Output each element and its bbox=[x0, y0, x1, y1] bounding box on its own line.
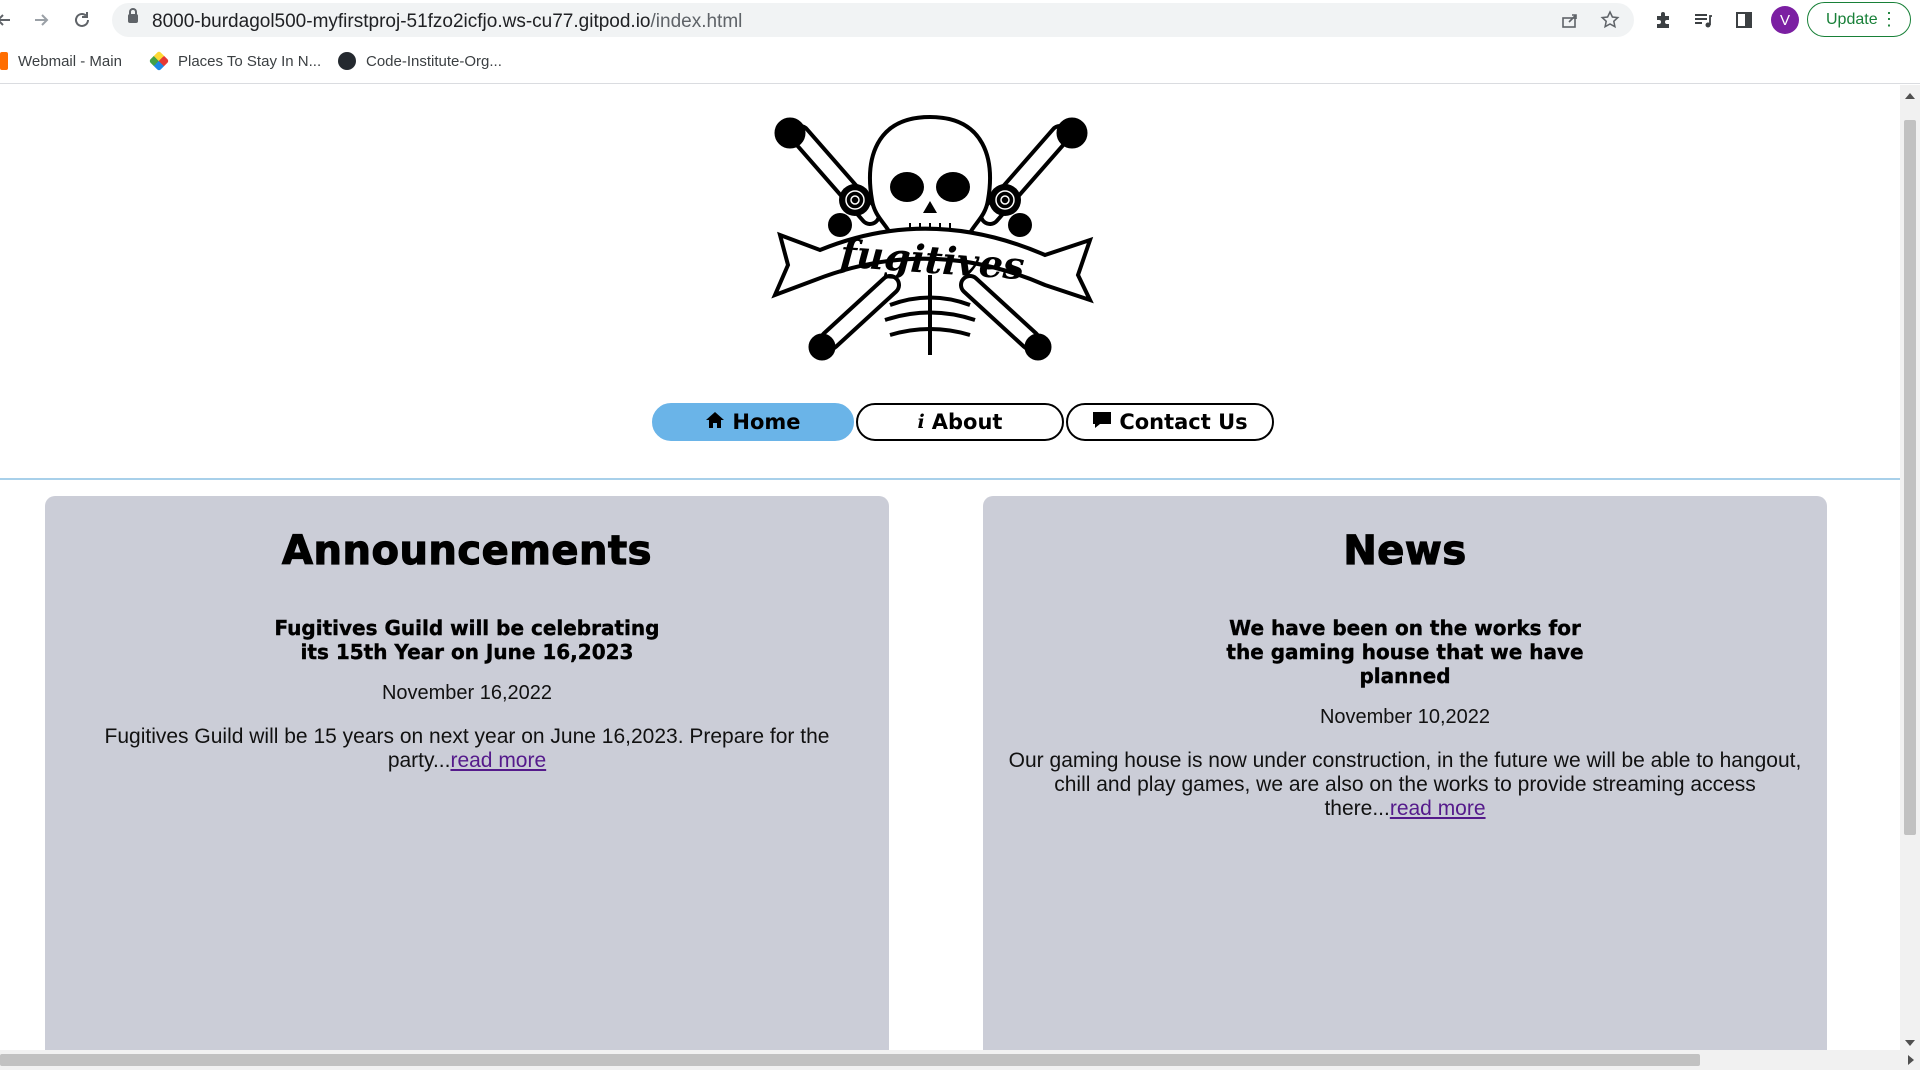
url-text: 8000-burdagol500-myfirstproj-51fzo2icfjo… bbox=[152, 11, 743, 32]
page-viewport: fugitives Home i About Contact Us Announ… bbox=[0, 85, 1900, 1050]
browser-toolbar: 8000-burdagol500-myfirstproj-51fzo2icfjo… bbox=[0, 0, 1920, 40]
comment-icon bbox=[1092, 411, 1112, 434]
vertical-scrollbar[interactable] bbox=[1900, 85, 1920, 1050]
extensions-icon[interactable] bbox=[1649, 6, 1677, 34]
house-icon bbox=[705, 411, 725, 434]
main-nav: Home i About Contact Us bbox=[652, 403, 1276, 441]
reload-icon[interactable] bbox=[68, 6, 96, 34]
horizontal-scroll-thumb[interactable] bbox=[0, 1054, 1700, 1066]
window-bottom-edge bbox=[0, 1070, 1920, 1080]
announcement-date: November 16,2022 bbox=[381, 682, 553, 704]
lock-icon bbox=[128, 8, 138, 23]
nav-about[interactable]: i About bbox=[856, 403, 1064, 441]
update-button[interactable]: Update ⋮ bbox=[1807, 2, 1911, 37]
header-divider bbox=[0, 478, 1900, 480]
nav-contact[interactable]: Contact Us bbox=[1066, 403, 1274, 441]
more-menu-icon[interactable]: ⋮ bbox=[1880, 9, 1898, 29]
bookmark-star-icon[interactable] bbox=[1598, 8, 1622, 32]
news-body: Our gaming house is now under constructi… bbox=[1008, 749, 1802, 820]
bookmarks-bar: Webmail - Main Places To Stay In N... Co… bbox=[0, 40, 1920, 84]
news-title: We have been on the works for the gaming… bbox=[1226, 616, 1584, 688]
news-heading: News bbox=[1343, 527, 1467, 574]
places-icon bbox=[148, 50, 170, 72]
bookmark-code-institute[interactable]: Code-Institute-Org... bbox=[338, 52, 502, 70]
webmail-icon bbox=[0, 52, 8, 70]
news-card: News We have been on the works for the g… bbox=[983, 496, 1827, 1050]
share-icon[interactable] bbox=[1558, 8, 1582, 32]
news-date: November 10,2022 bbox=[1319, 706, 1491, 728]
bookmark-places[interactable]: Places To Stay In N... bbox=[148, 50, 321, 72]
scroll-down-arrow[interactable] bbox=[1905, 1040, 1915, 1046]
announcements-heading: Announcements bbox=[281, 527, 652, 574]
forward-icon[interactable] bbox=[27, 6, 55, 34]
announcement-read-more-link[interactable]: read more bbox=[450, 749, 546, 772]
github-icon bbox=[338, 52, 356, 70]
announcement-body: Fugitives Guild will be 15 years on next… bbox=[104, 725, 830, 772]
scroll-right-arrow[interactable] bbox=[1908, 1055, 1914, 1065]
horizontal-scrollbar[interactable] bbox=[0, 1050, 1920, 1070]
bookmark-webmail[interactable]: Webmail - Main bbox=[0, 52, 122, 70]
vertical-scroll-thumb[interactable] bbox=[1904, 120, 1916, 835]
profile-avatar[interactable]: V bbox=[1771, 6, 1799, 34]
announcements-card: Announcements Fugitives Guild will be ce… bbox=[45, 496, 889, 1050]
fugitives-logo: fugitives bbox=[771, 114, 1094, 361]
address-bar[interactable]: 8000-burdagol500-myfirstproj-51fzo2icfjo… bbox=[112, 3, 1634, 37]
scroll-up-arrow[interactable] bbox=[1905, 93, 1915, 99]
media-queue-icon[interactable] bbox=[1689, 6, 1717, 34]
back-icon[interactable] bbox=[0, 6, 18, 34]
update-label: Update bbox=[1826, 10, 1878, 28]
side-panel-icon[interactable] bbox=[1730, 6, 1758, 34]
nav-home[interactable]: Home bbox=[652, 403, 854, 441]
announcement-title: Fugitives Guild will be celebrating its … bbox=[274, 616, 660, 664]
news-read-more-link[interactable]: read more bbox=[1390, 797, 1486, 820]
info-icon: i bbox=[917, 411, 925, 433]
